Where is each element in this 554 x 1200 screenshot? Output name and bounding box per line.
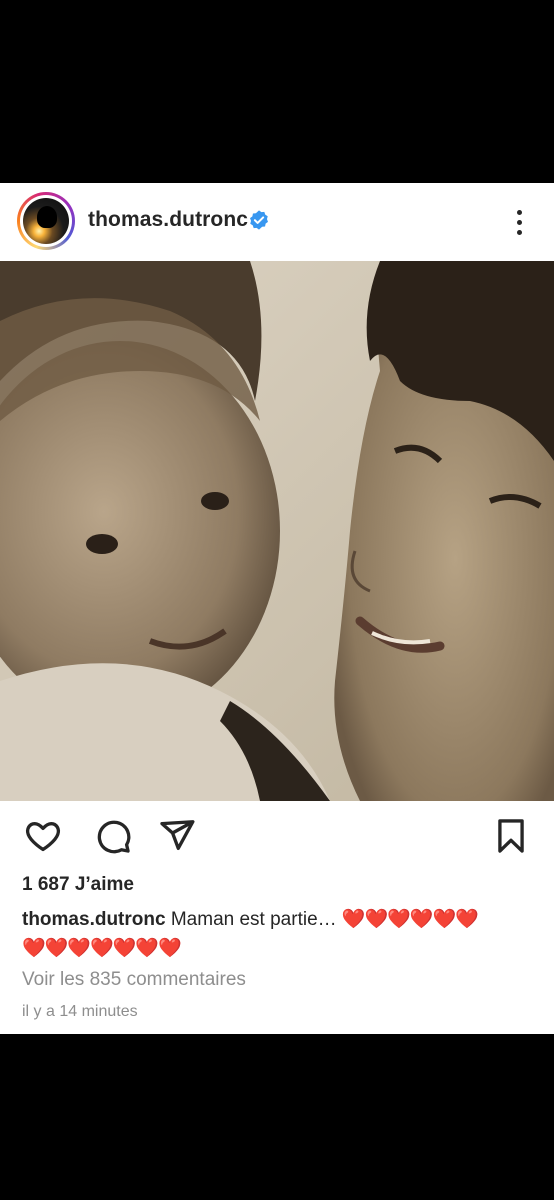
post-header: thomas.dutronc [0, 183, 554, 261]
caption-hearts-line1: ❤️❤️❤️❤️❤️❤️ [341, 909, 479, 930]
post-username[interactable]: thomas.dutronc [88, 208, 248, 232]
dot [516, 209, 522, 215]
top-black-bar [0, 0, 554, 183]
post-actions-bar [0, 817, 554, 857]
profile-avatar[interactable] [17, 192, 75, 250]
avatar-image [23, 198, 69, 244]
instagram-post: thomas.dutronc 1 687 J’aime thomas.dutro… [0, 183, 554, 1034]
heart-outline-icon[interactable] [24, 817, 62, 855]
avatar-frame [20, 195, 72, 247]
bookmark-icon[interactable] [492, 817, 530, 855]
dot [516, 219, 522, 225]
post-timestamp: il y a 14 minutes [22, 1003, 138, 1020]
caption-username[interactable]: thomas.dutronc [22, 909, 166, 930]
paper-plane-icon[interactable] [158, 817, 196, 855]
caption-text: Maman est partie… [170, 909, 342, 930]
likes-count[interactable]: 1 687 J’aime [22, 874, 134, 896]
verified-badge-icon [250, 210, 268, 230]
dot [516, 229, 522, 235]
post-caption: thomas.dutronc Maman est partie… ❤️❤️❤️❤… [22, 905, 537, 963]
bottom-black-bar [0, 1034, 554, 1200]
comment-bubble-icon[interactable] [94, 817, 132, 855]
photo-illustration [0, 261, 554, 801]
view-comments-link[interactable]: Voir les 835 commentaires [22, 969, 246, 991]
post-photo[interactable] [0, 261, 554, 801]
more-options-button[interactable] [506, 205, 532, 239]
avatar-silhouette [37, 206, 57, 228]
caption-hearts-line2: ❤️❤️❤️❤️❤️❤️❤️ [22, 938, 182, 959]
